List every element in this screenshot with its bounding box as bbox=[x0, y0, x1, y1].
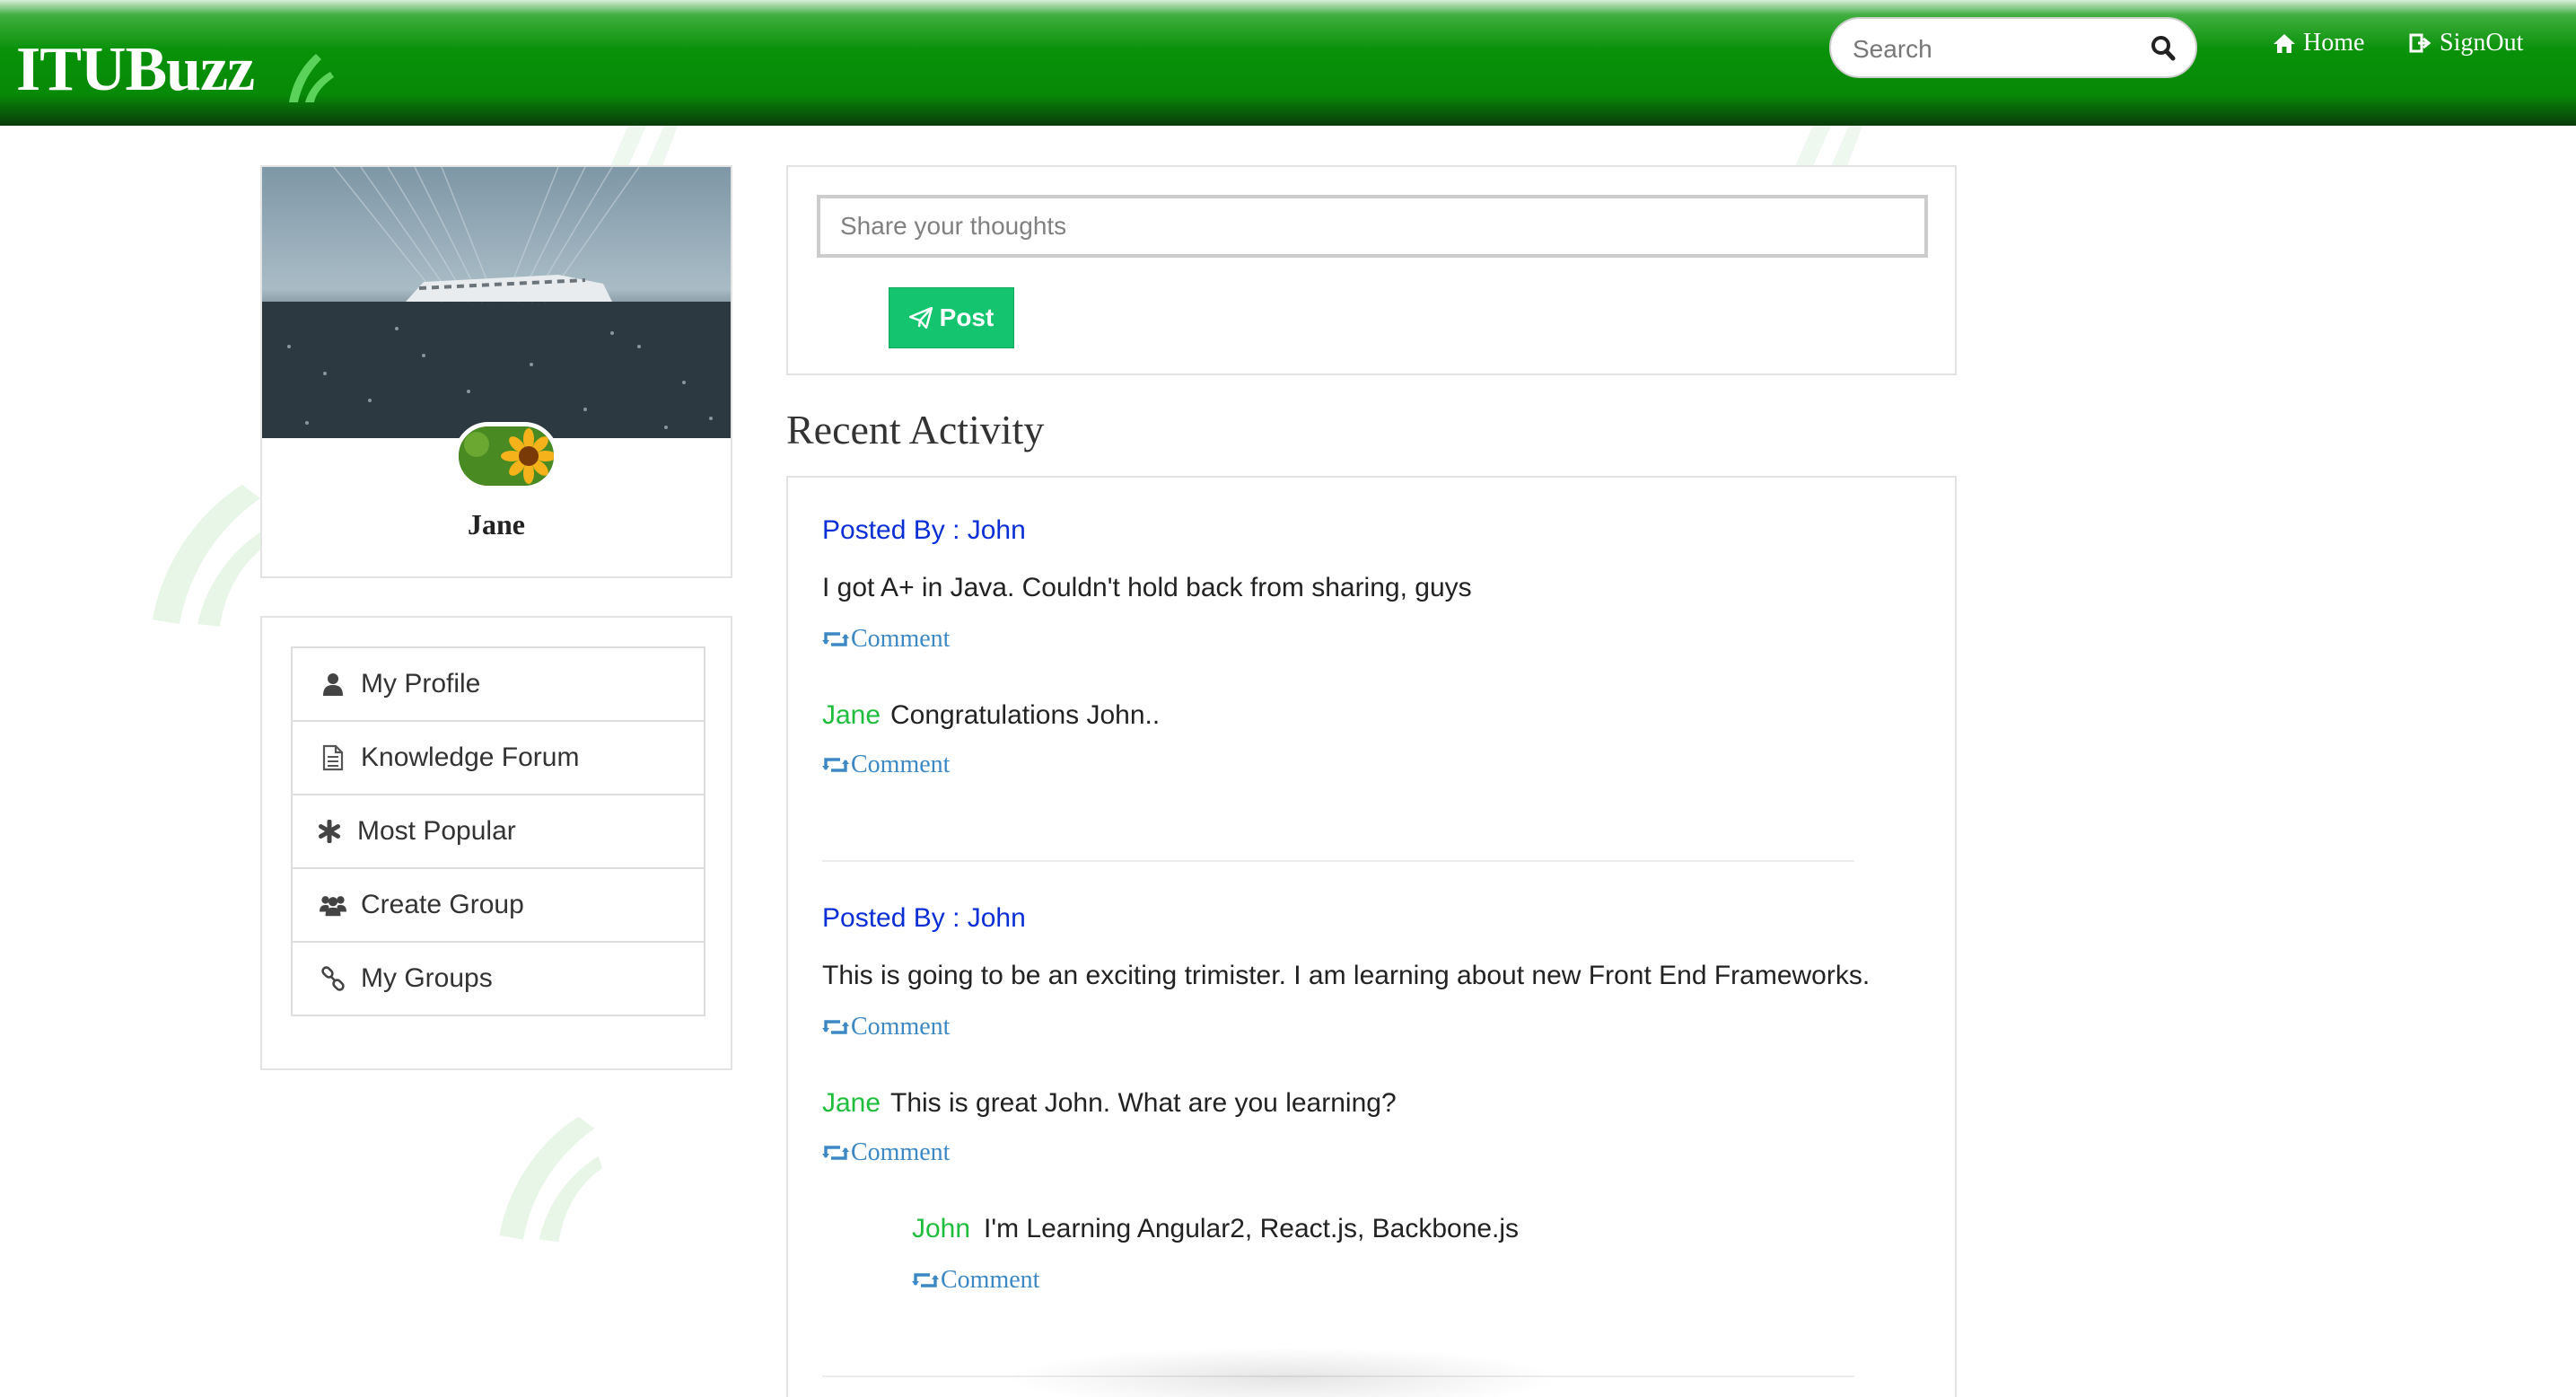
menu-item-label: My Profile bbox=[361, 669, 481, 698]
search-box bbox=[1829, 17, 2197, 78]
menu-item-most-popular[interactable]: Most Popular bbox=[291, 794, 705, 869]
sunflower-avatar-image bbox=[459, 426, 554, 486]
paper-plane-icon bbox=[908, 307, 933, 329]
app-logo[interactable]: ITUBuzz bbox=[16, 34, 255, 106]
post-text: I got A+ in Java. Couldn't hold back fro… bbox=[822, 573, 1472, 602]
comment-link-label: Comment bbox=[851, 1138, 951, 1166]
logo-leaf-icon bbox=[289, 54, 334, 102]
users-icon bbox=[320, 896, 346, 917]
post-button-label: Post bbox=[939, 303, 994, 331]
profile-avatar[interactable] bbox=[454, 422, 558, 490]
watermark-mark bbox=[153, 485, 269, 627]
watermark-mark bbox=[499, 1116, 603, 1243]
comment-link[interactable]: Comment bbox=[822, 1013, 950, 1041]
search-icon[interactable] bbox=[2151, 35, 2176, 62]
retweet-icon bbox=[822, 632, 849, 646]
top-navbar: ITUBuzz Home SignOut bbox=[0, 0, 2576, 126]
comment-link-label: Comment bbox=[851, 625, 951, 653]
post-text: This is going to be an exciting trimiste… bbox=[822, 961, 1871, 990]
post-divider bbox=[822, 860, 1854, 862]
comment-link[interactable]: Comment bbox=[822, 751, 950, 779]
reply-author[interactable]: Jane bbox=[822, 700, 881, 731]
side-menu-card: My Profile Knowledge Forum Most Popular … bbox=[260, 616, 732, 1070]
activity-feed: Posted By : John I got A+ in Java. Could… bbox=[786, 476, 1957, 1397]
retweet-icon bbox=[822, 758, 849, 772]
menu-item-my-profile[interactable]: My Profile bbox=[291, 646, 705, 722]
nav-home-label: Home bbox=[2303, 29, 2365, 57]
link-icon bbox=[321, 966, 345, 991]
nested-reply-text: I'm Learning Angular2, React.js, Backbon… bbox=[984, 1214, 1520, 1243]
menu-item-my-groups[interactable]: My Groups bbox=[291, 941, 705, 1016]
reply-author[interactable]: Jane bbox=[822, 1088, 881, 1119]
retweet-icon bbox=[822, 1020, 849, 1034]
nested-reply-author[interactable]: John bbox=[912, 1214, 970, 1244]
reply-text: Congratulations John.. bbox=[890, 700, 1161, 730]
nav-signout-label: SignOut bbox=[2440, 29, 2524, 57]
user-icon bbox=[323, 673, 343, 696]
share-thoughts-input[interactable] bbox=[817, 195, 1928, 258]
reply-text: This is great John. What are you learnin… bbox=[890, 1088, 1397, 1118]
asterisk-icon bbox=[319, 820, 340, 843]
recent-activity-heading: Recent Activity bbox=[786, 407, 1045, 452]
watermark-mark bbox=[610, 126, 678, 166]
menu-item-label: Create Group bbox=[361, 890, 524, 919]
signout-icon bbox=[2409, 33, 2431, 53]
side-menu: My Profile Knowledge Forum Most Popular … bbox=[291, 646, 705, 1016]
comment-link-label: Comment bbox=[941, 1266, 1040, 1294]
nav-home-link[interactable]: Home bbox=[2273, 29, 2364, 57]
home-icon bbox=[2274, 34, 2295, 53]
cover-photo bbox=[262, 167, 731, 438]
bottom-shadow bbox=[1005, 1347, 1562, 1397]
comment-link[interactable]: Comment bbox=[822, 1138, 950, 1167]
retweet-icon bbox=[912, 1273, 939, 1287]
menu-item-label: Knowledge Forum bbox=[361, 742, 580, 772]
menu-item-label: My Groups bbox=[361, 963, 493, 993]
comment-link-label: Comment bbox=[851, 1013, 951, 1041]
menu-item-create-group[interactable]: Create Group bbox=[291, 867, 705, 943]
comment-link-label: Comment bbox=[851, 751, 951, 778]
post-author[interactable]: Posted By : John bbox=[822, 515, 1026, 546]
post-button[interactable]: Post bbox=[889, 287, 1014, 348]
profile-name[interactable]: Jane bbox=[262, 508, 731, 541]
post-author[interactable]: Posted By : John bbox=[822, 903, 1026, 934]
nav-signout-link[interactable]: SignOut bbox=[2409, 29, 2523, 57]
search-input[interactable] bbox=[1853, 31, 2140, 67]
menu-item-label: Most Popular bbox=[357, 816, 516, 846]
profile-cover-image bbox=[262, 167, 731, 438]
comment-link[interactable]: Comment bbox=[822, 625, 950, 654]
compose-card: Post bbox=[786, 165, 1957, 375]
document-icon bbox=[322, 744, 344, 771]
profile-card: Jane bbox=[260, 165, 732, 578]
retweet-icon bbox=[822, 1146, 849, 1160]
menu-item-knowledge-forum[interactable]: Knowledge Forum bbox=[291, 720, 705, 795]
comment-link[interactable]: Comment bbox=[912, 1266, 1039, 1295]
watermark-mark bbox=[1795, 126, 1862, 166]
